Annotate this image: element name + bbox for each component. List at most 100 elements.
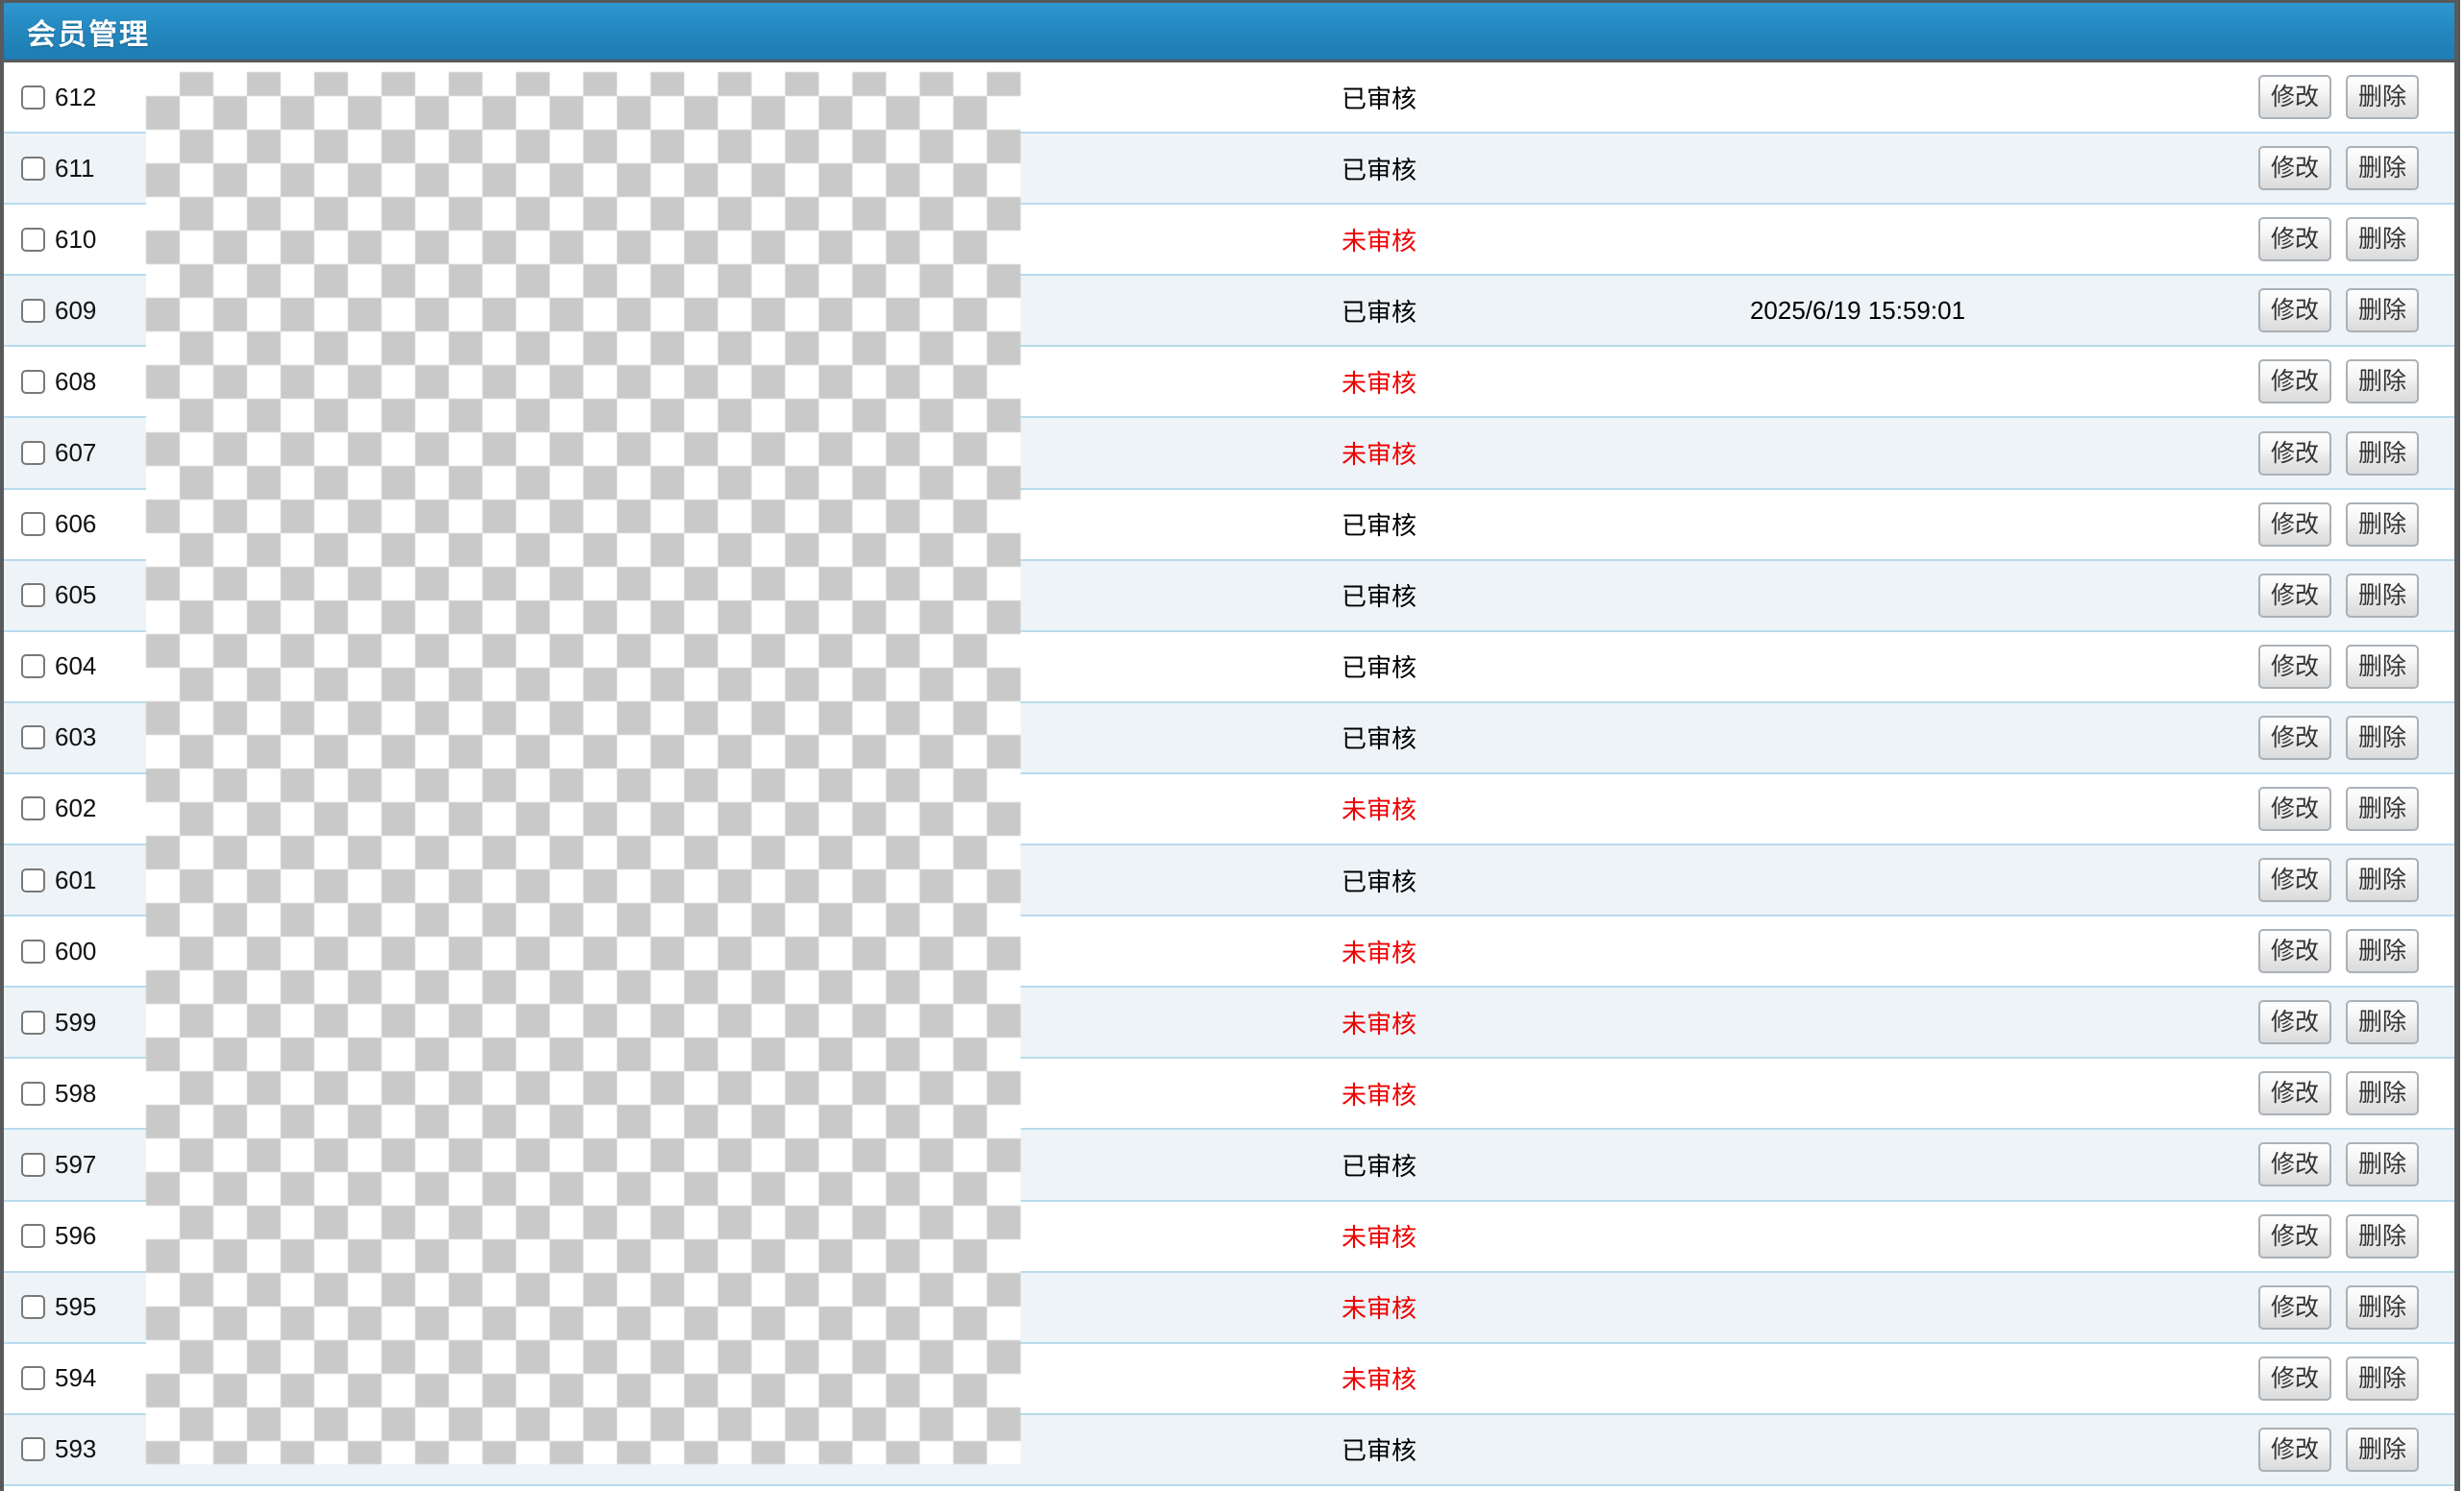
row-checkbox[interactable] — [21, 868, 45, 892]
row-checkbox[interactable] — [21, 157, 45, 181]
member-id: 602 — [55, 794, 96, 823]
delete-button[interactable]: 删除 — [2346, 359, 2419, 403]
delete-button[interactable]: 删除 — [2346, 858, 2419, 902]
censored-image-placeholder — [146, 72, 1021, 1464]
delete-button[interactable]: 删除 — [2346, 288, 2419, 332]
edit-button[interactable]: 修改 — [2258, 1428, 2331, 1472]
status-label: 已审核 — [1283, 720, 1475, 755]
delete-button[interactable]: 删除 — [2346, 217, 2419, 261]
member-id: 608 — [55, 367, 96, 397]
status-label: 已审核 — [1283, 1431, 1475, 1467]
edit-button[interactable]: 修改 — [2258, 1000, 2331, 1044]
row-checkbox[interactable] — [21, 1295, 45, 1319]
row-checkbox[interactable] — [21, 796, 45, 820]
row-checkbox[interactable] — [21, 370, 45, 394]
member-id: 600 — [55, 937, 96, 966]
member-id: 607 — [55, 438, 96, 468]
member-id: 599 — [55, 1008, 96, 1038]
row-checkbox[interactable] — [21, 86, 45, 110]
member-id: 597 — [55, 1150, 96, 1180]
status-label: 未审核 — [1283, 1005, 1475, 1040]
row-actions: 修改 删除 — [2258, 288, 2419, 332]
edit-button[interactable]: 修改 — [2258, 502, 2331, 547]
row-checkbox[interactable] — [21, 512, 45, 536]
edit-button[interactable]: 修改 — [2258, 1071, 2331, 1115]
edit-button[interactable]: 修改 — [2258, 787, 2331, 831]
delete-button[interactable]: 删除 — [2346, 1142, 2419, 1186]
row-actions: 修改 删除 — [2258, 1142, 2419, 1186]
status-label: 未审核 — [1283, 222, 1475, 257]
delete-button[interactable]: 删除 — [2346, 431, 2419, 476]
row-checkbox[interactable] — [21, 583, 45, 607]
row-actions: 修改 删除 — [2258, 787, 2419, 831]
row-actions: 修改 删除 — [2258, 502, 2419, 547]
edit-button[interactable]: 修改 — [2258, 1142, 2331, 1186]
delete-button[interactable]: 删除 — [2346, 502, 2419, 547]
status-label: 未审核 — [1283, 1218, 1475, 1254]
delete-button[interactable]: 删除 — [2346, 716, 2419, 760]
row-checkbox[interactable] — [21, 1366, 45, 1390]
row-checkbox[interactable] — [21, 1224, 45, 1248]
edit-button[interactable]: 修改 — [2258, 1357, 2331, 1401]
status-label: 已审核 — [1283, 293, 1475, 329]
status-label: 未审核 — [1283, 1289, 1475, 1325]
delete-button[interactable]: 删除 — [2346, 574, 2419, 618]
edit-button[interactable]: 修改 — [2258, 75, 2331, 119]
edit-button[interactable]: 修改 — [2258, 1214, 2331, 1259]
edit-button[interactable]: 修改 — [2258, 574, 2331, 618]
delete-button[interactable]: 删除 — [2346, 787, 2419, 831]
delete-button[interactable]: 删除 — [2346, 1000, 2419, 1044]
delete-button[interactable]: 删除 — [2346, 1285, 2419, 1330]
delete-button[interactable]: 删除 — [2346, 1357, 2419, 1401]
edit-button[interactable]: 修改 — [2258, 431, 2331, 476]
edit-button[interactable]: 修改 — [2258, 645, 2331, 689]
row-checkbox[interactable] — [21, 1011, 45, 1035]
row-actions: 修改 删除 — [2258, 716, 2419, 760]
review-timestamp: 2025/6/19 15:59:01 — [1665, 296, 2050, 326]
member-id: 611 — [55, 154, 94, 183]
row-actions: 修改 删除 — [2258, 431, 2419, 476]
edit-button[interactable]: 修改 — [2258, 146, 2331, 190]
delete-button[interactable]: 删除 — [2346, 75, 2419, 119]
member-id: 605 — [55, 580, 96, 610]
member-id: 612 — [55, 83, 96, 112]
delete-button[interactable]: 删除 — [2346, 1071, 2419, 1115]
member-id: 601 — [55, 866, 96, 895]
page-header: 会员管理 — [4, 3, 2454, 62]
member-id: 593 — [55, 1434, 96, 1464]
delete-button[interactable]: 删除 — [2346, 146, 2419, 190]
edit-button[interactable]: 修改 — [2258, 288, 2331, 332]
row-actions: 修改 删除 — [2258, 645, 2419, 689]
member-id: 603 — [55, 722, 96, 752]
row-actions: 修改 删除 — [2258, 146, 2419, 190]
row-checkbox[interactable] — [21, 441, 45, 465]
edit-button[interactable]: 修改 — [2258, 716, 2331, 760]
row-actions: 修改 删除 — [2258, 1000, 2419, 1044]
row-checkbox[interactable] — [21, 299, 45, 323]
row-checkbox[interactable] — [21, 654, 45, 678]
row-checkbox[interactable] — [21, 940, 45, 964]
row-checkbox[interactable] — [21, 725, 45, 749]
edit-button[interactable]: 修改 — [2258, 217, 2331, 261]
status-label: 已审核 — [1283, 151, 1475, 186]
page-title: 会员管理 — [27, 11, 150, 53]
edit-button[interactable]: 修改 — [2258, 1285, 2331, 1330]
status-label: 未审核 — [1283, 435, 1475, 471]
delete-button[interactable]: 删除 — [2346, 1428, 2419, 1472]
member-id: 606 — [55, 509, 96, 539]
row-checkbox[interactable] — [21, 1153, 45, 1177]
delete-button[interactable]: 删除 — [2346, 645, 2419, 689]
edit-button[interactable]: 修改 — [2258, 858, 2331, 902]
row-checkbox[interactable] — [21, 1082, 45, 1106]
row-actions: 修改 删除 — [2258, 1214, 2419, 1259]
member-id: 596 — [55, 1221, 96, 1251]
row-actions: 修改 删除 — [2258, 1285, 2419, 1330]
row-checkbox[interactable] — [21, 228, 45, 252]
edit-button[interactable]: 修改 — [2258, 929, 2331, 973]
row-actions: 修改 删除 — [2258, 1071, 2419, 1115]
delete-button[interactable]: 删除 — [2346, 1214, 2419, 1259]
status-label: 已审核 — [1283, 506, 1475, 542]
row-checkbox[interactable] — [21, 1437, 45, 1461]
delete-button[interactable]: 删除 — [2346, 929, 2419, 973]
edit-button[interactable]: 修改 — [2258, 359, 2331, 403]
